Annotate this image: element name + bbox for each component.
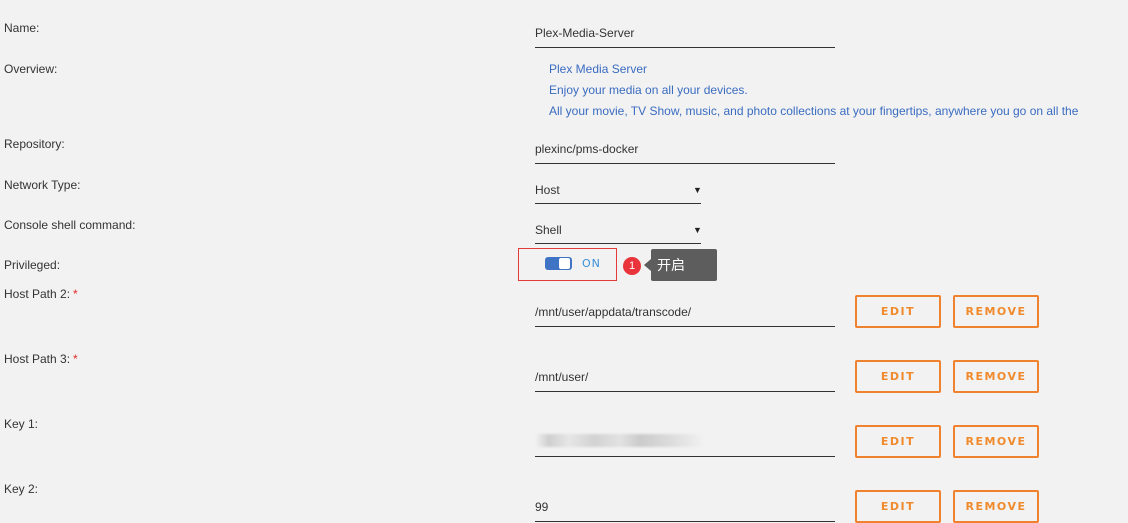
host-path-2-field[interactable]: /mnt/user/appdata/transcode/ (535, 305, 691, 319)
annotation-tooltip: 开启 (651, 249, 717, 281)
name-label: Name: (4, 21, 40, 35)
toggle-knob[interactable] (559, 258, 570, 269)
host-path-2-label: Host Path 2: * (4, 287, 78, 301)
key-1-redacted-value[interactable] (535, 434, 705, 447)
privileged-label: Privileged: (4, 258, 61, 272)
host-path-3-underline (535, 391, 835, 392)
console-shell-underline (535, 243, 701, 244)
key-1-underline (535, 456, 835, 457)
annotation-badge: 1 (623, 257, 641, 275)
host-path-3-field[interactable]: /mnt/user/ (535, 370, 588, 384)
required-marker: * (73, 287, 78, 301)
repository-label: Repository: (4, 137, 65, 151)
key-2-edit-button[interactable]: EDIT (855, 490, 941, 523)
host-path-3-label-text: Host Path 3: (4, 352, 71, 366)
key-1-label: Key 1: (4, 417, 39, 431)
overview-line-1: Plex Media Server (549, 62, 648, 76)
host-path-2-label-text: Host Path 2: (4, 287, 71, 301)
host-path-3-label: Host Path 3: * (4, 352, 78, 366)
tooltip-arrow (644, 259, 651, 271)
key-1-edit-button[interactable]: EDIT (855, 425, 941, 458)
name-field[interactable]: Plex-Media-Server (535, 26, 634, 40)
toggle-state-label: ON (582, 257, 601, 270)
network-type-value: Host (535, 183, 560, 197)
key-2-field[interactable]: 99 (535, 500, 548, 514)
dropdown-caret-icon: ▼ (693, 225, 702, 235)
key-2-label: Key 2: (4, 482, 39, 496)
required-marker: * (73, 352, 78, 366)
network-type-label: Network Type: (4, 178, 81, 192)
console-shell-label: Console shell command: (4, 218, 136, 232)
overview-line-3: All your movie, TV Show, music, and phot… (549, 104, 1079, 118)
overview-line-2: Enjoy your media on all your devices. (549, 83, 748, 97)
key-1-remove-button[interactable]: REMOVE (953, 425, 1039, 458)
host-path-2-remove-button[interactable]: REMOVE (953, 295, 1039, 328)
key-2-remove-button[interactable]: REMOVE (953, 490, 1039, 523)
name-field-underline (535, 47, 835, 48)
dropdown-caret-icon: ▼ (693, 185, 702, 195)
console-shell-value: Shell (535, 223, 562, 237)
host-path-2-underline (535, 326, 835, 327)
overview-label: Overview: (4, 62, 58, 76)
host-path-3-edit-button[interactable]: EDIT (855, 360, 941, 393)
host-path-3-remove-button[interactable]: REMOVE (953, 360, 1039, 393)
repository-field[interactable]: plexinc/pms-docker (535, 142, 638, 156)
key-2-underline (535, 521, 835, 522)
host-path-2-edit-button[interactable]: EDIT (855, 295, 941, 328)
repository-field-underline (535, 163, 835, 164)
network-type-underline (535, 203, 701, 204)
